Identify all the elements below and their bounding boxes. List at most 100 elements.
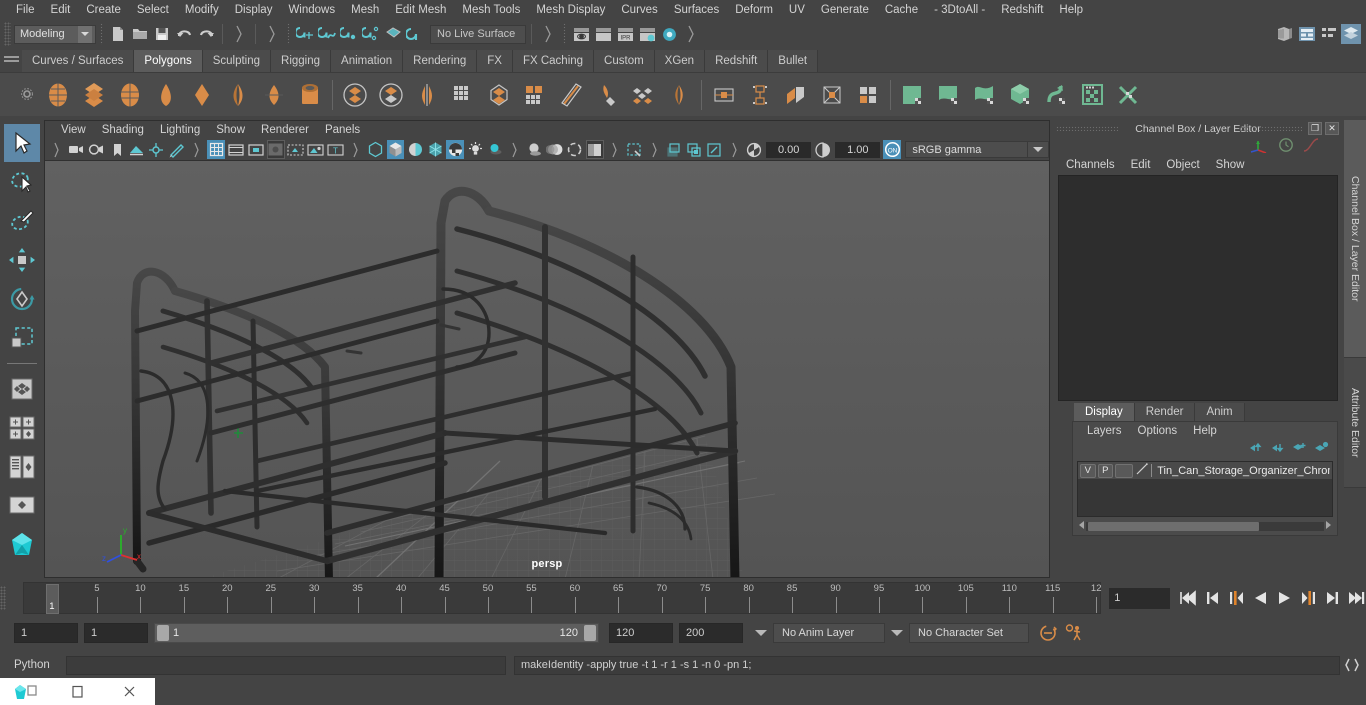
menu-edit[interactable]: Edit [43,0,79,20]
playback-start-field[interactable]: 1 [84,623,148,643]
channel-box-list[interactable] [1058,175,1338,401]
viewport-3d-canvas[interactable]: persp y x z [45,161,1049,577]
statusline-grip[interactable] [4,22,11,46]
current-frame-field[interactable]: 1 [1109,587,1170,609]
menu-set-selector[interactable]: Modeling [14,24,96,44]
gamma-icon[interactable] [814,140,832,159]
animation-preferences-icon[interactable] [1063,622,1085,644]
menu-mesh[interactable]: Mesh [343,0,387,20]
range-handle-left[interactable] [157,625,169,641]
scroll-track[interactable] [1086,522,1324,531]
snap-align-icon[interactable] [742,77,778,113]
gamma-field[interactable]: 1.00 [835,141,881,158]
snap-to-view-plane-icon[interactable] [383,24,403,44]
shelf-menu-icon[interactable] [4,52,19,66]
channel-box-menu-show[interactable]: Show [1208,159,1253,171]
viewport-menu-renderer[interactable]: Renderer [253,124,317,136]
exposure-field[interactable]: 0.00 [766,141,812,158]
character-set-field[interactable]: No Character Set [909,623,1029,643]
panel-grip-right[interactable] [1240,126,1302,131]
manipulator-axis-icon[interactable] [1250,137,1270,156]
shelf-options-icon[interactable] [20,87,34,101]
save-scene-icon[interactable] [152,24,172,44]
snap-to-projected-center-icon[interactable] [361,24,381,44]
create-layer-from-selection-icon[interactable] [1314,441,1329,457]
center-pivot-icon[interactable] [706,77,742,113]
uv-spherical-icon[interactable] [967,77,1003,113]
go-to-end-icon[interactable] [1346,588,1366,608]
smooth-icon[interactable] [445,77,481,113]
layer-tab-display[interactable]: Display [1074,403,1135,421]
viewport-menu-lighting[interactable]: Lighting [152,124,208,136]
texture-display-icon[interactable] [446,140,465,159]
shelf-tab-xgen[interactable]: XGen [654,50,706,72]
viewport-menu-show[interactable]: Show [208,124,253,136]
menu-3dtoall[interactable]: - 3DtoAll - [926,0,993,20]
menu-windows[interactable]: Windows [280,0,343,20]
xray-active-components-icon[interactable] [685,140,703,159]
play-backwards-icon[interactable] [1250,588,1270,608]
shelf-tab-rendering[interactable]: Rendering [403,50,478,72]
poly-plane-icon[interactable] [220,77,256,113]
dock-tab-channel-box[interactable]: Channel Box / Layer Editor [1344,120,1366,358]
shelf-tab-polygons[interactable]: Polygons [134,50,203,72]
color-space-dropdown-icon[interactable] [1028,141,1050,158]
exposure-icon[interactable] [745,140,763,159]
command-language-label[interactable]: Python [14,659,66,671]
curve-graph-icon[interactable] [1302,137,1320,156]
viewport-collapse-icon-4[interactable] [506,140,524,159]
viewport-collapse-icon-2[interactable] [187,140,205,159]
menu-generate[interactable]: Generate [813,0,877,20]
bookmark-icon[interactable] [108,140,126,159]
scroll-thumb[interactable] [1088,522,1260,531]
shelf-tab-bullet[interactable]: Bullet [768,50,819,72]
select-tool-icon[interactable] [4,124,40,162]
channel-box-menu-edit[interactable]: Edit [1123,159,1159,171]
menu-file[interactable]: File [8,0,43,20]
make-live-icon[interactable] [405,24,425,44]
playback-end-field[interactable]: 120 [609,623,673,643]
layer-menu-layers[interactable]: Layers [1079,425,1130,437]
live-surface-field[interactable]: No Live Surface [430,24,526,44]
show-hide-channel-box-icon[interactable] [1341,24,1361,44]
step-back-icon[interactable] [1202,588,1222,608]
step-forward-key-icon[interactable] [1298,588,1318,608]
text-display-icon[interactable]: T [327,140,345,159]
menu-redshift[interactable]: Redshift [993,0,1051,20]
color-management-toggle-icon[interactable]: ON [883,140,902,159]
snap-to-curve-icon[interactable] [317,24,337,44]
menu-edit-mesh[interactable]: Edit Mesh [387,0,454,20]
auto-keyframe-icon[interactable] [1037,622,1059,644]
viewport-collapse-icon-5[interactable] [606,140,624,159]
film-gate-icon[interactable] [227,140,245,159]
layout-quad-icon[interactable] [4,409,40,447]
status-collapse-icon[interactable] [681,24,701,44]
lasso-tool-icon[interactable] [4,163,40,201]
multi-cut-icon[interactable] [553,77,589,113]
isolate-select-icon[interactable] [626,140,644,159]
poly-torus-icon[interactable] [184,77,220,113]
show-hide-tool-settings-icon[interactable] [1319,24,1339,44]
layer-type-toggle[interactable] [1115,463,1134,478]
scroll-left-icon[interactable] [1077,520,1086,533]
shelf-tab-custom[interactable]: Custom [594,50,655,72]
smooth-shade-all-icon[interactable] [406,140,424,159]
viewport-menu-shading[interactable]: Shading [94,124,152,136]
time-slider[interactable]: 5 10 15 20 25 30 35 40 45 50 55 60 65 70 75 80 85 90 95 100… [23,582,1101,614]
poly-cube-icon[interactable] [76,77,112,113]
layer-visibility-toggle[interactable]: V [1080,463,1096,478]
poly-cone-icon[interactable] [148,77,184,113]
open-scene-icon[interactable] [130,24,150,44]
uv-planar-icon[interactable] [895,77,931,113]
shelf-tab-rigging[interactable]: Rigging [271,50,332,72]
layout-single-persp-icon[interactable] [4,487,40,525]
paint-selection-tool-icon[interactable] [4,202,40,240]
motion-blur-icon[interactable] [545,140,564,159]
camera-attributes-icon[interactable] [88,140,106,159]
target-weld-icon[interactable] [589,77,625,113]
current-time-indicator[interactable]: 1 [46,584,60,614]
menu-mesh-display[interactable]: Mesh Display [528,0,613,20]
duplicate-special-icon[interactable] [778,77,814,113]
smooth-shading-icon[interactable] [386,140,405,159]
layer-menu-options[interactable]: Options [1130,425,1186,437]
